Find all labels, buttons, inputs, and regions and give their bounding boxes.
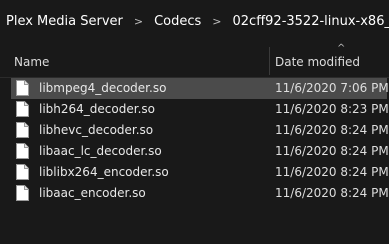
column-header-date-modified[interactable]: Date modified [275,55,360,69]
file-icon [16,185,29,201]
file-name: libhevc_decoder.so [39,123,154,137]
file-list: libmpeg4_decoder.so 11/6/2020 7:06 PM li… [0,78,389,204]
column-header-name[interactable]: Name [14,55,49,69]
file-date-modified: 11/6/2020 7:06 PM [275,81,389,95]
breadcrumb-item-codecs[interactable]: Codecs [152,14,203,29]
file-icon [16,122,29,138]
file-name: libh264_decoder.so [39,102,155,116]
chevron-right-icon[interactable]: > [125,15,152,28]
file-icon [16,143,29,159]
chevron-right-icon[interactable]: > [203,15,230,28]
file-row[interactable]: libhevc_decoder.so 11/6/2020 8:24 PM [11,120,389,141]
file-row[interactable]: libh264_decoder.so 11/6/2020 8:23 PM [11,99,389,120]
file-icon [16,80,29,96]
file-date-modified: 11/6/2020 8:24 PM [275,123,389,137]
file-icon [16,164,29,180]
file-row[interactable]: liblibx264_encoder.so 11/6/2020 8:24 PM [11,162,389,183]
address-bar[interactable]: Plex Media Server > Codecs > 02cff92-352… [0,0,389,43]
file-date-modified: 11/6/2020 8:24 PM [275,186,389,200]
sort-ascending-icon: ^ [337,43,346,54]
file-date-modified: 11/6/2020 8:23 PM [275,102,389,116]
column-divider[interactable] [269,47,270,75]
column-header-row: Name ^ Date modified [0,43,389,78]
breadcrumb-item-plex-media-server[interactable]: Plex Media Server [4,14,125,29]
file-name: libaac_lc_decoder.so [39,144,162,158]
breadcrumb: Plex Media Server > Codecs > 02cff92-352… [4,10,389,32]
file-row[interactable]: libmpeg4_decoder.so 11/6/2020 7:06 PM [11,78,389,99]
file-name: libaac_encoder.so [39,186,146,200]
breadcrumb-item-current-folder[interactable]: 02cff92-3522-linux-x86_64 [231,14,389,29]
file-date-modified: 11/6/2020 8:24 PM [275,165,389,179]
file-name: liblibx264_encoder.so [39,165,169,179]
file-date-modified: 11/6/2020 8:24 PM [275,144,389,158]
file-row[interactable]: libaac_encoder.so 11/6/2020 8:24 PM [11,183,389,204]
file-icon [16,101,29,117]
file-row[interactable]: libaac_lc_decoder.so 11/6/2020 8:24 PM [11,141,389,162]
file-name: libmpeg4_decoder.so [39,81,167,95]
